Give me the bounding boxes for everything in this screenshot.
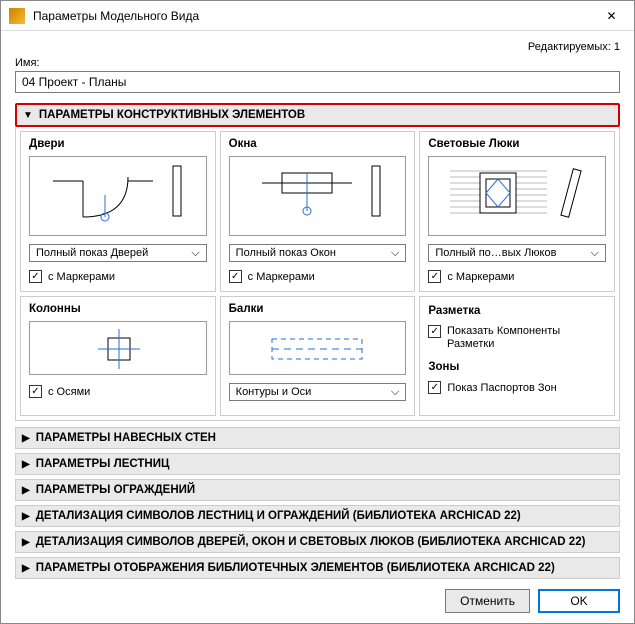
doors-title: Двери: [29, 138, 207, 150]
doors-display-select[interactable]: Полный показ Дверей: [29, 244, 207, 262]
section-constructive-title: ПАРАМЕТРЫ КОНСТРУКТИВНЫХ ЭЛЕМЕНТОВ: [39, 109, 305, 121]
cancel-button[interactable]: Отменить: [445, 589, 530, 613]
checkbox-icon: [428, 325, 441, 338]
dialog-window: Параметры Модельного Вида ✕ Редактируемы…: [0, 0, 635, 624]
cell-beams: Балки Контуры и Оси: [220, 296, 416, 416]
chevron-right-icon: [22, 511, 30, 522]
cell-doors: Двери Полный показ Дверей: [20, 131, 216, 292]
windows-preview: [229, 156, 407, 236]
section-constructive-body: Двери Полный показ Дверей: [15, 127, 620, 421]
section-stair-detail[interactable]: ДЕТАЛИЗАЦИЯ СИМВОЛОВ ЛЕСТНИЦ И ОГРАЖДЕНИ…: [15, 505, 620, 527]
section-stairs[interactable]: ПАРАМЕТРЫ ЛЕСТНИЦ: [15, 453, 620, 475]
checkbox-icon: [229, 270, 242, 283]
dialog-content: Редактируемых: 1 Имя: ПАРАМЕТРЫ КОНСТРУК…: [1, 31, 634, 623]
section-constructive-header[interactable]: ПАРАМЕТРЫ КОНСТРУКТИВНЫХ ЭЛЕМЕНТОВ: [15, 103, 620, 127]
beams-preview: [229, 321, 407, 375]
cell-columns: Колонны с Осями: [20, 296, 216, 416]
cell-skylights: Световые Люки: [419, 131, 615, 292]
checkbox-icon: [29, 270, 42, 283]
editable-count: Редактируемых: 1: [15, 39, 620, 57]
close-icon: ✕: [606, 9, 616, 23]
chevron-down-icon: [23, 110, 33, 121]
checkbox-icon: [428, 381, 441, 394]
section-door-detail[interactable]: ДЕТАЛИЗАЦИЯ СИМВОЛОВ ДВЕРЕЙ, ОКОН И СВЕТ…: [15, 531, 620, 553]
columns-title: Колонны: [29, 303, 207, 315]
skylights-markers-checkbox[interactable]: с Маркерами: [428, 270, 606, 283]
skylights-title: Световые Люки: [428, 138, 606, 150]
section-library-display[interactable]: ПАРАМЕТРЫ ОТОБРАЖЕНИЯ БИБЛИОТЕЧНЫХ ЭЛЕМЕ…: [15, 557, 620, 579]
beams-display-select[interactable]: Контуры и Оси: [229, 383, 407, 401]
chevron-right-icon: [22, 485, 30, 496]
section-curtain-walls[interactable]: ПАРАМЕТРЫ НАВЕСНЫХ СТЕН: [15, 427, 620, 449]
markup-title: Разметка: [428, 305, 606, 317]
checkbox-icon: [428, 270, 441, 283]
doors-markers-checkbox[interactable]: с Маркерами: [29, 270, 207, 283]
titlebar: Параметры Модельного Вида ✕: [1, 1, 634, 31]
chevron-right-icon: [22, 459, 30, 470]
windows-display-select[interactable]: Полный показ Окон: [229, 244, 407, 262]
chevron-right-icon: [22, 563, 30, 574]
cell-markup-zones: Разметка Показать Компоненты Разметки Зо…: [419, 296, 615, 416]
skylights-preview: [428, 156, 606, 236]
markup-show-checkbox[interactable]: Показать Компоненты Разметки: [428, 325, 606, 351]
skylights-display-select[interactable]: Полный по…вых Люков: [428, 244, 606, 262]
columns-preview: [29, 321, 207, 375]
dialog-footer: Отменить OK: [15, 579, 620, 613]
doors-preview: [29, 156, 207, 236]
name-input[interactable]: [15, 71, 620, 93]
cell-windows: Окна Полный показ Окон с: [220, 131, 416, 292]
ok-button[interactable]: OK: [538, 589, 620, 613]
columns-axes-checkbox[interactable]: с Осями: [29, 385, 207, 398]
section-railings[interactable]: ПАРАМЕТРЫ ОГРАЖДЕНИЙ: [15, 479, 620, 501]
close-button[interactable]: ✕: [589, 1, 634, 31]
chevron-right-icon: [22, 537, 30, 548]
window-title: Параметры Модельного Вида: [33, 9, 589, 23]
windows-title: Окна: [229, 138, 407, 150]
zones-passport-checkbox[interactable]: Показ Паспортов Зон: [428, 381, 606, 394]
windows-markers-checkbox[interactable]: с Маркерами: [229, 270, 407, 283]
chevron-right-icon: [22, 433, 30, 444]
zones-title: Зоны: [428, 361, 606, 373]
checkbox-icon: [29, 385, 42, 398]
beams-title: Балки: [229, 303, 407, 315]
name-label: Имя:: [15, 57, 620, 69]
collapsed-sections: ПАРАМЕТРЫ НАВЕСНЫХ СТЕН ПАРАМЕТРЫ ЛЕСТНИ…: [15, 427, 620, 579]
app-icon: [9, 8, 25, 24]
